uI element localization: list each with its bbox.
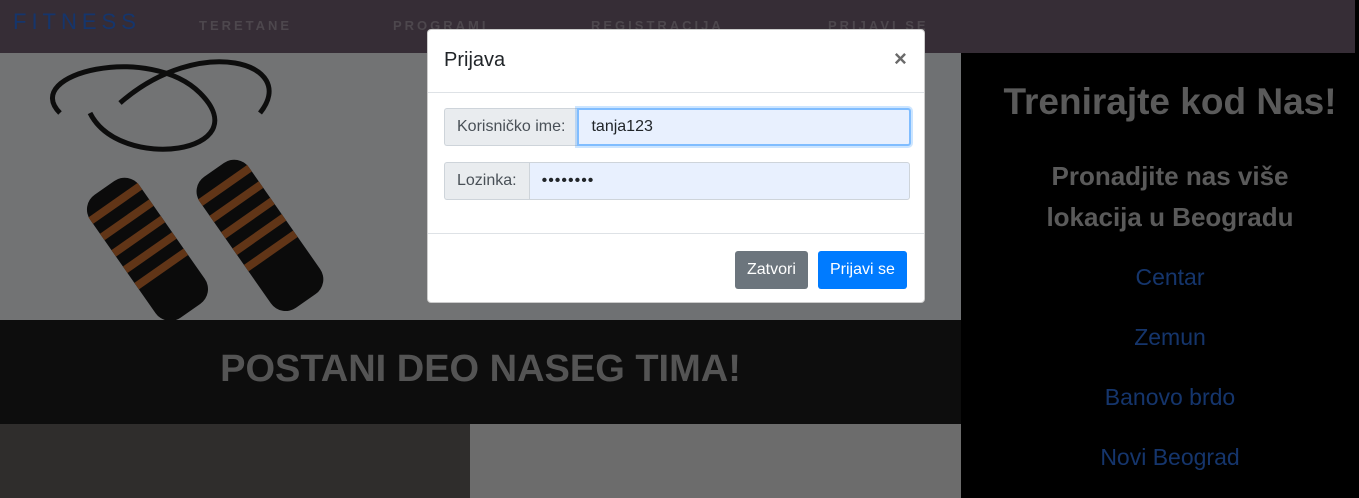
page: FITNESS TERETANE PROGRAMI REGISTRACIJA P…	[0, 0, 1359, 498]
close-icon[interactable]: ×	[894, 46, 907, 72]
password-input-group: Lozinka:	[444, 162, 910, 200]
login-button[interactable]: Prijavi se	[818, 251, 907, 289]
modal-footer: Zatvori Prijavi se	[428, 233, 924, 303]
username-input-group: Korisničko ime:	[444, 108, 912, 146]
modal-header: Prijava ×	[428, 30, 924, 93]
modal-title: Prijava	[444, 49, 506, 71]
login-modal: Prijava × Korisničko ime: Lozinka: Zatvo…	[427, 29, 925, 303]
password-input[interactable]	[528, 162, 910, 200]
username-label: Korisničko ime:	[444, 108, 578, 146]
username-input[interactable]	[577, 108, 912, 146]
close-button[interactable]: Zatvori	[735, 251, 808, 289]
password-label: Lozinka:	[444, 162, 529, 200]
